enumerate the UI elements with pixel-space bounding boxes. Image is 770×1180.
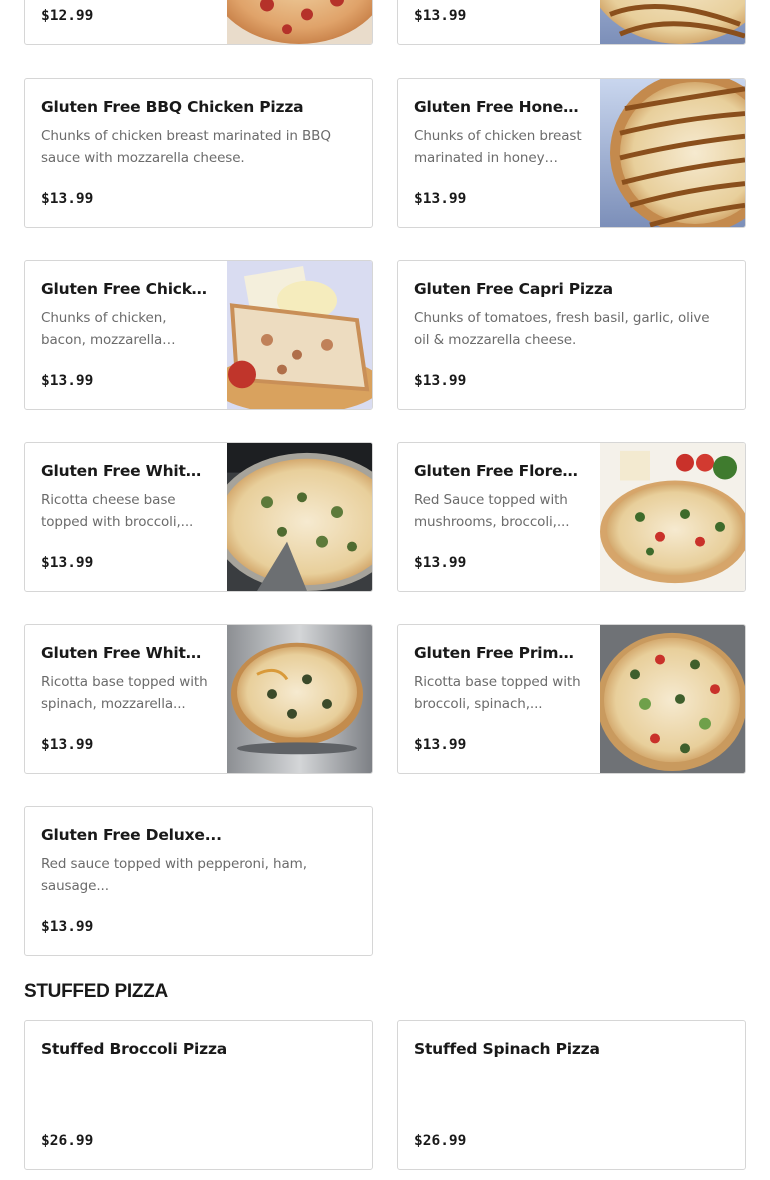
- item-price: $13.99: [414, 373, 467, 389]
- item-description: Chunks of chicken breast marinated in ho…: [414, 128, 582, 166]
- item-price: $13.99: [414, 191, 467, 207]
- menu-item-card[interactable]: Gluten Free White... Ricotta base topped…: [24, 624, 373, 774]
- menu-item-card[interactable]: Gluten Free Deluxe... Red sauce topped w…: [24, 806, 373, 956]
- item-name: Gluten Free Chicken...: [41, 280, 211, 298]
- menu-item-card[interactable]: $12.99: [24, 0, 373, 45]
- menu-item-card[interactable]: Gluten Free White... Ricotta cheese base…: [24, 442, 373, 592]
- item-description: Ricotta cheese base topped with broccoli…: [41, 492, 194, 530]
- menu-item-card[interactable]: Gluten Free Capri Pizza Chunks of tomato…: [397, 260, 746, 410]
- item-name: Gluten Free Deluxe...: [41, 826, 222, 844]
- item-description: Red Sauce topped with mushrooms, broccol…: [414, 492, 570, 530]
- menu-item-card[interactable]: Stuffed Spinach Pizza $26.99: [397, 1020, 746, 1170]
- item-description: Chunks of chicken breast marinated in BB…: [41, 128, 331, 166]
- pizza-photo: [227, 0, 372, 44]
- item-name: Stuffed Broccoli Pizza: [41, 1040, 228, 1058]
- item-price: $13.99: [41, 191, 94, 207]
- item-name: Gluten Free BBQ Chicken Pizza: [41, 98, 304, 116]
- item-price: $26.99: [414, 1133, 467, 1149]
- item-description: Chunks of tomatoes, fresh basil, garlic,…: [414, 310, 710, 348]
- item-description: Chunks of chicken, bacon, mozzarella che…: [41, 310, 167, 348]
- item-price: $13.99: [41, 737, 94, 753]
- item-price: $13.99: [414, 8, 467, 24]
- item-price: $13.99: [41, 919, 94, 935]
- pizza-photo: [600, 0, 745, 44]
- item-description: Red sauce topped with pepperoni, ham, sa…: [41, 856, 307, 894]
- menu-item-card[interactable]: Gluten Free Primaver... Ricotta base top…: [397, 624, 746, 774]
- menu-item-card[interactable]: Gluten Free Chicken... Chunks of chicken…: [24, 260, 373, 410]
- item-name: Gluten Free Capri Pizza: [414, 280, 613, 298]
- item-name: Gluten Free Florentin...: [414, 462, 584, 480]
- item-price: $13.99: [414, 737, 467, 753]
- item-name: Gluten Free White...: [41, 462, 211, 480]
- item-name: Gluten Free Primaver...: [414, 644, 584, 662]
- menu-item-card[interactable]: $13.99: [397, 0, 746, 45]
- item-name: Gluten Free White...: [41, 644, 211, 662]
- item-price: $12.99: [41, 8, 94, 24]
- item-price: $26.99: [41, 1133, 94, 1149]
- white-broccoli-pizza-photo: [227, 443, 372, 591]
- item-name: Stuffed Spinach Pizza: [414, 1040, 600, 1058]
- item-price: $13.99: [41, 373, 94, 389]
- menu-item-card[interactable]: Gluten Free BBQ Chicken Pizza Chunks of …: [24, 78, 373, 228]
- menu-item-card[interactable]: Gluten Free Florentin... Red Sauce toppe…: [397, 442, 746, 592]
- item-description: Ricotta base topped with spinach, mozzar…: [41, 674, 208, 712]
- item-price: $13.99: [41, 555, 94, 571]
- white-spinach-pizza-photo: [227, 625, 372, 773]
- menu-item-card[interactable]: Stuffed Broccoli Pizza $26.99: [24, 1020, 373, 1170]
- menu-item-card[interactable]: Gluten Free Honey... Chunks of chicken b…: [397, 78, 746, 228]
- primavera-pizza-photo: [600, 625, 745, 773]
- item-name: Gluten Free Honey...: [414, 98, 584, 116]
- item-description: Ricotta base topped with broccoli, spina…: [414, 674, 581, 712]
- section-heading: STUFFED PIZZA: [24, 981, 168, 1002]
- florentine-pizza-photo: [600, 443, 745, 591]
- chicken-bacon-pizza-photo: [227, 261, 372, 409]
- honey-bbq-pizza-photo: [600, 79, 745, 227]
- item-price: $13.99: [414, 555, 467, 571]
